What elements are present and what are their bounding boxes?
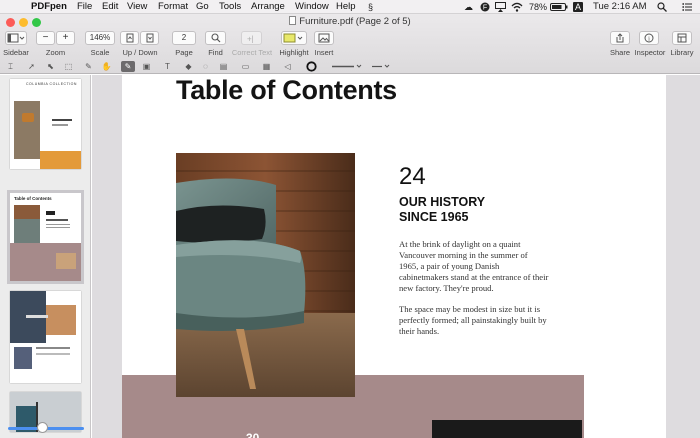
airplay-icon[interactable] xyxy=(495,2,506,12)
section-heading-line-2: SINCE 1965 xyxy=(399,210,469,224)
menu-go[interactable]: Go xyxy=(196,0,209,14)
highlight-button[interactable] xyxy=(281,31,307,45)
section-number[interactable]: 24 xyxy=(399,163,426,191)
window-title-text: Furniture.pdf (Page 2 of 5) xyxy=(299,16,411,27)
thumbnail-page-1[interactable]: COLUMBIA COLLECTION xyxy=(10,79,81,169)
sidebar-label: Sidebar xyxy=(3,48,29,57)
text-select-tool-icon[interactable]: ⌶ xyxy=(5,61,16,72)
thumbnail-page-2[interactable]: Table of Contents xyxy=(7,190,84,284)
history-paragraph-2[interactable]: The space may be modest in size but it i… xyxy=(399,304,549,337)
menu-arrange[interactable]: Arrange xyxy=(251,0,285,14)
dark-image-block xyxy=(432,420,582,438)
text-box-tool-icon[interactable]: T xyxy=(162,61,173,72)
share-label: Share xyxy=(609,48,630,57)
stroke-color-icon[interactable] xyxy=(306,61,317,72)
next-section-number[interactable]: 30 xyxy=(246,431,259,438)
comment-tool-icon[interactable]: ◌ xyxy=(200,61,211,72)
shape-tool-icon[interactable]: ▭ xyxy=(240,61,251,72)
input-source-icon[interactable]: A xyxy=(573,2,583,12)
history-paragraph-1[interactable]: At the brink of daylight on a quaint Van… xyxy=(399,239,549,294)
find-label: Find xyxy=(208,48,223,57)
page-down-button[interactable] xyxy=(140,31,159,45)
scale-label: Scale xyxy=(90,48,110,57)
zoom-in-button[interactable]: + xyxy=(56,31,75,45)
tool-strip: ⌶ ➚ ⬉ ⬚ ✎ ✋ ✎ ▣ T ◆ ◌ ▤ ▭ ▦ ◁ xyxy=(0,60,700,74)
spotlight-icon[interactable] xyxy=(657,2,667,12)
line-width-picker[interactable] xyxy=(330,61,364,72)
library-button[interactable] xyxy=(672,31,692,45)
battery-percent[interactable]: 78% xyxy=(529,2,547,12)
audio-tool-icon[interactable]: ◁ xyxy=(282,61,293,72)
pdf-window: Furniture.pdf (Page 2 of 5) Sidebar − + … xyxy=(0,14,700,438)
thumbnail-1-image xyxy=(14,101,40,159)
svg-text:+|: +| xyxy=(247,35,254,44)
window-title: Furniture.pdf (Page 2 of 5) xyxy=(0,16,700,27)
document-icon xyxy=(289,16,297,25)
page-label: Page xyxy=(175,48,193,57)
zoom-out-button[interactable]: − xyxy=(36,31,55,45)
section-heading[interactable]: OUR HISTORY SINCE 1965 xyxy=(399,195,539,225)
scale-field[interactable]: 146% xyxy=(85,31,115,45)
marquee-tool-icon[interactable]: ⬚ xyxy=(63,61,74,72)
page-up-button[interactable] xyxy=(120,31,139,45)
zoom-label: Zoom xyxy=(45,48,66,57)
correct-text-button[interactable]: +| xyxy=(241,31,262,45)
thumbnail-1-orange-block xyxy=(40,151,81,169)
thumbnail-page-3[interactable] xyxy=(10,291,81,383)
share-button[interactable] xyxy=(610,31,630,45)
image-tool-icon[interactable]: ▣ xyxy=(141,61,152,72)
pdf-page[interactable]: Table of Contents 24 OUR HISTORY SINCE 1… xyxy=(122,75,666,438)
note-tool-icon[interactable]: ▤ xyxy=(218,61,229,72)
cloud-icon[interactable]: ☁ xyxy=(464,2,473,12)
svg-text:i: i xyxy=(648,36,650,43)
section-heading-line-1: OUR HISTORY xyxy=(399,195,486,209)
shield-badge-icon[interactable]: F xyxy=(480,2,490,12)
menu-tools[interactable]: Tools xyxy=(219,0,241,14)
correct-text-label: Correct Text xyxy=(231,48,273,57)
script-menu-icon[interactable]: § xyxy=(368,2,373,12)
arrow-tool-icon[interactable]: ➚ xyxy=(26,61,37,72)
menu-help[interactable]: Help xyxy=(336,0,356,14)
line-style-picker[interactable] xyxy=(370,61,392,72)
menu-window[interactable]: Window xyxy=(295,0,329,14)
menu-bar: PDFpen File Edit View Format Go Tools Ar… xyxy=(0,0,700,14)
menu-edit[interactable]: Edit xyxy=(102,0,118,14)
scribble-tool-icon[interactable]: ✎ xyxy=(83,61,94,72)
notification-center-icon[interactable] xyxy=(682,2,692,12)
sidebar-toggle-button[interactable] xyxy=(5,31,27,45)
document-canvas[interactable]: Table of Contents 24 OUR HISTORY SINCE 1… xyxy=(92,75,700,438)
hand-tool-icon[interactable]: ✋ xyxy=(101,61,112,72)
text-edit-tool-icon[interactable]: ✎ xyxy=(121,61,135,72)
find-button[interactable] xyxy=(205,31,226,45)
cursor-tool-icon[interactable]: ⬉ xyxy=(45,61,56,72)
menu-view[interactable]: View xyxy=(127,0,147,14)
page-field[interactable]: 2 xyxy=(172,31,196,45)
svg-text:F: F xyxy=(483,5,487,12)
title-toolbar: Furniture.pdf (Page 2 of 5) Sidebar − + … xyxy=(0,14,700,74)
menu-format[interactable]: Format xyxy=(158,0,188,14)
menu-app-name[interactable]: PDFpen xyxy=(31,0,67,14)
insert-button[interactable] xyxy=(314,31,334,45)
armchair-photo[interactable] xyxy=(176,153,355,397)
thumbnail-2-title: Table of Contents xyxy=(14,196,52,201)
clock[interactable]: Tue 2:16 AM xyxy=(593,2,647,12)
up-down-label: Up / Down xyxy=(122,48,158,57)
inspector-label: Inspector xyxy=(634,48,666,57)
eraser-tool-icon[interactable]: ◆ xyxy=(183,61,194,72)
wifi-icon[interactable] xyxy=(511,2,523,12)
insert-label: Insert xyxy=(314,48,334,57)
library-label: Library xyxy=(670,48,694,57)
battery-icon[interactable] xyxy=(550,2,568,12)
menu-file[interactable]: File xyxy=(77,0,92,14)
thumbnail-size-knob[interactable] xyxy=(36,422,48,433)
thumbnail-1-title: COLUMBIA COLLECTION xyxy=(26,82,77,86)
toc-title[interactable]: Table of Contents xyxy=(176,75,397,106)
highlight-label: Highlight xyxy=(279,48,309,57)
page-thumbnail-sidebar: COLUMBIA COLLECTION Table of Contents xyxy=(0,75,91,438)
inspector-button[interactable]: i xyxy=(639,31,659,45)
redact-tool-icon[interactable]: ▦ xyxy=(261,61,272,72)
